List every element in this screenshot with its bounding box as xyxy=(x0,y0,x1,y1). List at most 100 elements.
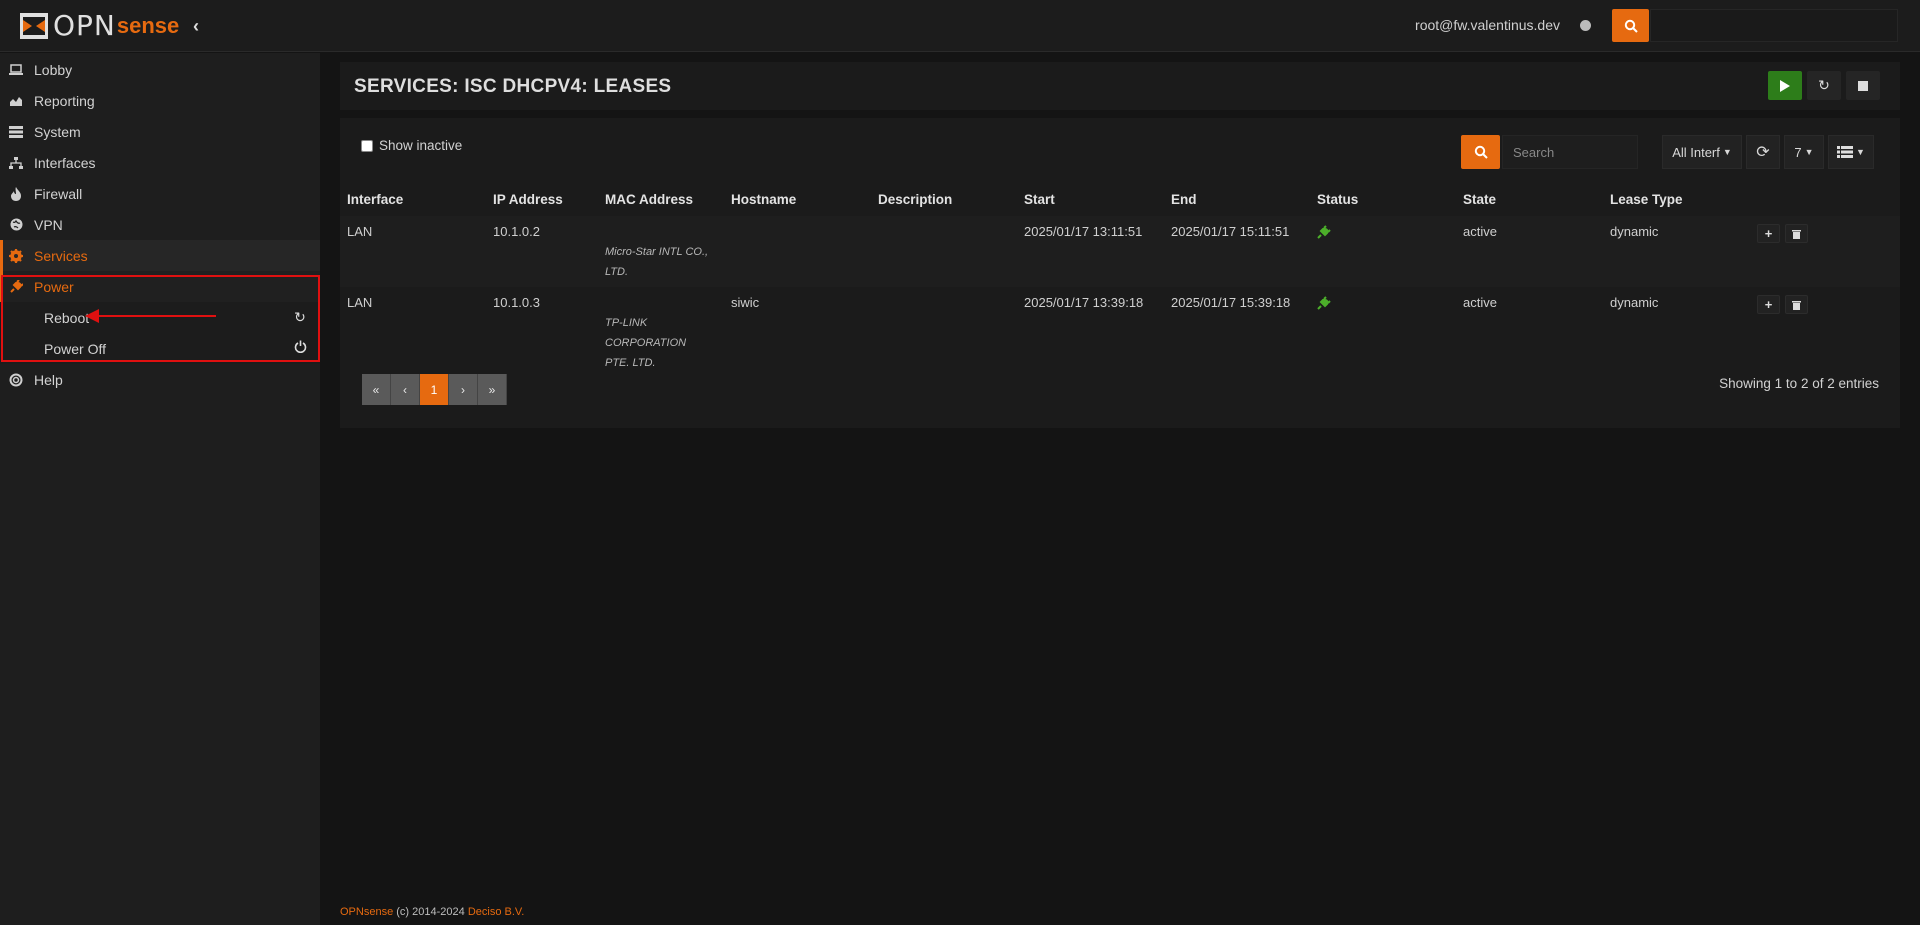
footer: OPNsense (c) 2014-2024 Deciso B.V. xyxy=(340,906,524,918)
column-header-start[interactable]: Start xyxy=(1024,192,1055,207)
sidebar-subitem-power-off[interactable]: Power Off xyxy=(0,333,320,364)
user-link[interactable]: root@fw.valentinus.dev xyxy=(1415,17,1560,33)
page-size-value: 7 xyxy=(1794,144,1802,160)
interface-filter-dropdown[interactable]: All Interf ▼ xyxy=(1662,135,1742,169)
sidebar-item-lobby[interactable]: Lobby xyxy=(0,54,320,85)
interface-filter-value: All Interf xyxy=(1672,144,1720,160)
pager-next-button[interactable]: › xyxy=(449,374,478,405)
stop-service-button[interactable] xyxy=(1846,71,1880,100)
opnsense-logo[interactable]: OPN sense xyxy=(19,10,179,42)
sidebar-item-label: VPN xyxy=(34,216,63,233)
sidebar-item-label: Help xyxy=(34,371,63,388)
column-header-hostname[interactable]: Hostname xyxy=(731,192,796,207)
refresh-icon: ⟳ xyxy=(1756,144,1770,161)
sidebar-item-label: Interfaces xyxy=(34,154,96,171)
power-icon xyxy=(292,340,308,356)
cell-start: 2025/01/17 13:39:18 xyxy=(1024,295,1144,310)
pager-last-button[interactable]: » xyxy=(478,374,507,405)
column-header-interface[interactable]: Interface xyxy=(347,192,403,207)
start-service-button[interactable] xyxy=(1768,71,1802,100)
logo-text-sense: sense xyxy=(116,13,180,38)
pagination: « ‹ 1 › » xyxy=(362,374,507,405)
stop-icon xyxy=(1858,80,1868,91)
sidebar-item-vpn[interactable]: VPN xyxy=(0,209,320,240)
grid-refresh-button[interactable]: ⟳ xyxy=(1746,135,1780,169)
footer-brand-link[interactable]: OPNsense xyxy=(340,906,393,918)
area-chart-icon xyxy=(8,93,24,109)
column-header-status[interactable]: Status xyxy=(1317,192,1358,207)
cell-state: active xyxy=(1463,224,1497,239)
pager-first-button[interactable]: « xyxy=(362,374,391,405)
column-header-ip-address[interactable]: IP Address xyxy=(493,192,563,207)
laptop-icon xyxy=(8,62,24,78)
sidebar-subitem-reboot[interactable]: Reboot ↻ xyxy=(0,302,320,333)
status-plug-icon xyxy=(1317,225,1331,239)
refresh-icon: ↻ xyxy=(294,309,306,325)
footer-copyright: (c) 2014-2024 xyxy=(393,906,468,918)
show-inactive-checkbox[interactable] xyxy=(361,139,373,152)
page-title: SERVICES: ISC DHCPV4: LEASES xyxy=(354,76,672,97)
sidebar-item-help[interactable]: Help xyxy=(0,364,320,395)
column-header-end[interactable]: End xyxy=(1171,192,1197,207)
grid-search-button[interactable] xyxy=(1461,135,1500,169)
entries-info: Showing 1 to 2 of 2 entries xyxy=(1719,376,1879,391)
globe-icon xyxy=(8,217,24,233)
delete-lease-button[interactable] xyxy=(1785,224,1808,243)
cell-end: 2025/01/17 15:39:18 xyxy=(1171,295,1291,310)
show-inactive-label: Show inactive xyxy=(379,138,463,153)
pager-page-1-button[interactable]: 1 xyxy=(420,374,449,405)
caret-down-icon: ▼ xyxy=(1722,147,1732,157)
cell-state: active xyxy=(1463,295,1497,310)
column-header-mac-address[interactable]: MAC Address xyxy=(605,192,693,207)
sidebar-item-label: Services xyxy=(34,247,88,264)
sidebar-item-label: Lobby xyxy=(34,61,73,78)
plus-icon: + xyxy=(1764,297,1773,312)
sidebar-item-system[interactable]: System xyxy=(0,116,320,147)
add-static-mapping-button[interactable]: + xyxy=(1757,224,1780,243)
gear-icon xyxy=(8,248,24,264)
sidebar-item-power[interactable]: Power xyxy=(0,271,320,302)
add-static-mapping-button[interactable]: + xyxy=(1757,295,1780,314)
cell-hostname: siwic xyxy=(731,295,760,310)
lifebuoy-icon xyxy=(8,372,24,388)
column-header-description[interactable]: Description xyxy=(878,192,952,207)
footer-company-link[interactable]: Deciso B.V. xyxy=(468,906,524,918)
column-header-state[interactable]: State xyxy=(1463,192,1496,207)
refresh-icon: ↻ xyxy=(1818,77,1830,93)
top-search-button[interactable] xyxy=(1612,9,1649,42)
trash-icon xyxy=(1792,229,1801,239)
search-icon xyxy=(1474,145,1488,159)
logo-text: OPN xyxy=(53,9,116,42)
grid-search-input[interactable]: Search xyxy=(1502,135,1638,169)
show-inactive-toggle[interactable]: Show inactive xyxy=(361,138,462,153)
column-selector-dropdown[interactable]: ▼ xyxy=(1828,135,1874,169)
delete-lease-button[interactable] xyxy=(1785,295,1808,314)
caret-down-icon: ▼ xyxy=(1856,147,1865,157)
table-row[interactable]: LAN 10.1.0.2 Micro-Star INTL CO., LTD. 20… xyxy=(340,216,1900,287)
plug-icon xyxy=(8,279,24,295)
sitemap-icon xyxy=(8,155,24,171)
restart-service-button[interactable]: ↻ xyxy=(1807,71,1841,100)
collapse-sidebar-icon[interactable]: ‹ xyxy=(193,16,209,36)
sidebar-item-firewall[interactable]: Firewall xyxy=(0,178,320,209)
sidebar-item-label: Reporting xyxy=(34,92,95,109)
cell-lease-type: dynamic xyxy=(1610,295,1659,310)
sidebar-subitem-label: Reboot xyxy=(44,309,90,326)
column-header-lease-type[interactable]: Lease Type xyxy=(1610,192,1683,207)
play-icon xyxy=(1780,79,1790,92)
pager-prev-button[interactable]: ‹ xyxy=(391,374,420,405)
cell-interface: LAN xyxy=(347,224,373,239)
top-search-input[interactable] xyxy=(1650,9,1898,42)
sidebar-item-services[interactable]: Services xyxy=(0,240,320,271)
status-dot-icon[interactable] xyxy=(1580,20,1591,31)
table-row[interactable]: LAN 10.1.0.3 TP-LINK CORPORATION PTE. LTD… xyxy=(340,287,1900,369)
sidebar-item-reporting[interactable]: Reporting xyxy=(0,85,320,116)
fire-icon xyxy=(8,186,24,202)
trash-icon xyxy=(1792,300,1801,310)
page-size-dropdown[interactable]: 7 ▼ xyxy=(1784,135,1824,169)
sidebar-item-label: Firewall xyxy=(34,185,83,202)
cell-end: 2025/01/17 15:11:51 xyxy=(1171,224,1290,239)
sidebar-item-interfaces[interactable]: Interfaces xyxy=(0,147,320,178)
logo-mark-icon xyxy=(20,13,48,39)
cell-lease-type: dynamic xyxy=(1610,224,1659,239)
